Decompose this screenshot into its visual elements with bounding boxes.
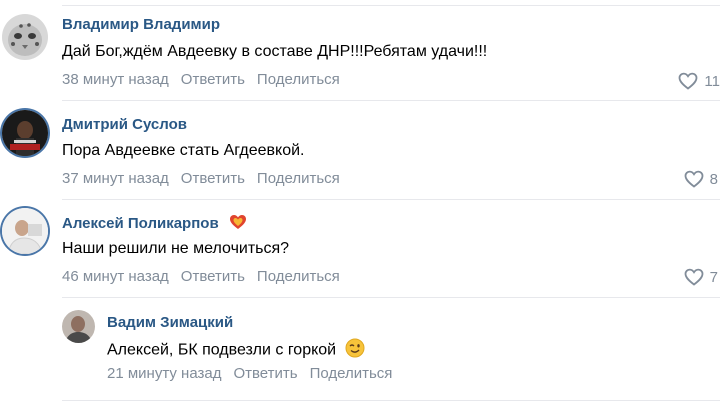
dark-photo-avatar[interactable]: [2, 110, 48, 156]
comment-text: Пора Авдеевке стать Агдеевкой.: [62, 142, 305, 159]
author-name[interactable]: Алексей Поликарпов: [62, 215, 219, 232]
comment-time[interactable]: 46 минут назад: [62, 268, 169, 285]
like-count: 8: [709, 170, 718, 188]
comment-meta: 37 минут назад Ответить Поделиться: [62, 170, 340, 187]
comment-separator: [62, 297, 720, 298]
comment-meta: 38 минут назад Ответить Поделиться: [62, 71, 340, 88]
comment-author[interactable]: Алексей Поликарпов: [62, 213, 247, 235]
comment-author[interactable]: Дмитрий Суслов: [62, 116, 187, 133]
like-button[interactable]: 8: [684, 170, 718, 188]
share-button[interactable]: Поделиться: [257, 170, 340, 187]
reply-text-content: Алексей, БК подвезли с горкой: [107, 341, 337, 359]
share-button[interactable]: Поделиться: [257, 71, 340, 88]
bottom-separator: [62, 400, 720, 401]
top-separator: [62, 5, 720, 6]
reply-time[interactable]: 21 минуту назад: [107, 365, 221, 382]
heart-icon: [684, 170, 704, 188]
share-button[interactable]: Поделиться: [310, 365, 393, 382]
reply-button[interactable]: Ответить: [181, 268, 245, 285]
reply-button[interactable]: Ответить: [181, 71, 245, 88]
heart-badge-icon: [229, 213, 247, 235]
like-button[interactable]: 11: [678, 72, 720, 90]
heart-icon: [678, 72, 698, 90]
heart-icon: [684, 268, 704, 286]
reply-meta: 21 минуту назад Ответить Поделиться: [107, 365, 392, 382]
person-avatar[interactable]: [2, 208, 48, 254]
like-button[interactable]: 7: [684, 268, 718, 286]
like-count: 7: [709, 268, 718, 286]
comment-meta: 46 минут назад Ответить Поделиться: [62, 268, 340, 285]
comment-time[interactable]: 38 минут назад: [62, 71, 169, 88]
comment-separator: [62, 100, 720, 101]
share-button[interactable]: Поделиться: [257, 268, 340, 285]
reply-button[interactable]: Ответить: [181, 170, 245, 187]
reply-button[interactable]: Ответить: [233, 365, 297, 382]
winking-face-icon: [345, 338, 365, 363]
person-avatar[interactable]: [62, 310, 95, 343]
comment-author[interactable]: Владимир Владимир: [62, 16, 220, 33]
comment-text: Дай Бог,ждём Авдеевку в составе ДНР!!!Ре…: [62, 43, 488, 60]
reply-text: Алексей, БК подвезли с горкой: [107, 338, 365, 363]
comment-separator: [62, 199, 720, 200]
snow-leopard-avatar[interactable]: [2, 14, 48, 60]
comment-text: Наши решили не мелочиться?: [62, 240, 290, 257]
like-count: 11: [704, 72, 720, 90]
reply-author[interactable]: Вадим Зимацкий: [107, 314, 233, 331]
comment-time[interactable]: 37 минут назад: [62, 170, 169, 187]
